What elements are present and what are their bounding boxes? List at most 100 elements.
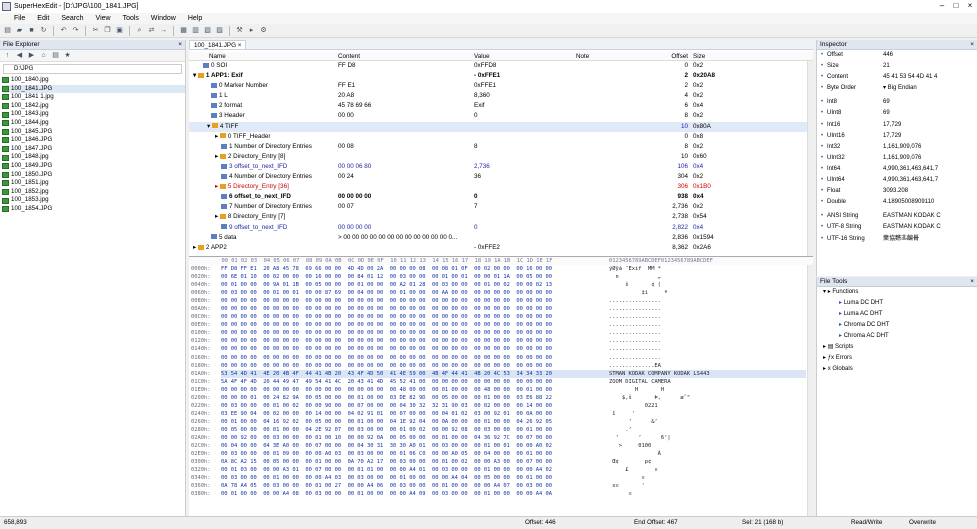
replace-icon[interactable]: ⇄	[147, 26, 156, 35]
hex-row[interactable]: 01A0h: 53 54 4D 41 4E 20 4B 4F 44 41 4B 2…	[189, 369, 813, 378]
inspector-row[interactable]: • Int16 17,729	[817, 120, 977, 131]
inspector-row[interactable]: • Float 3093.208	[817, 186, 977, 197]
table-row[interactable]: 0 SOI FF D8 0xFFD8 0 0x2	[189, 61, 813, 71]
inspector-row[interactable]: • ANSI String EASTMAN KODAK C	[817, 211, 977, 222]
inspector-row[interactable]: • Int8 69	[817, 97, 977, 108]
table-row[interactable]: 0 Marker Number FF E1 0xFFE1 2 0x2	[189, 81, 813, 91]
hex-row[interactable]: 0100h: 00 00 00 00 00 00 00 00 00 00 00 0…	[189, 329, 813, 337]
close-icon[interactable]: ×	[178, 40, 182, 50]
byte-order-select[interactable]: • Byte Order ▾ Big Endian	[817, 83, 977, 94]
hex-row[interactable]: 0300h: 0A 8C A2 15 00 05 00 00 00 01 00 0…	[189, 458, 813, 466]
tree-item[interactable]: ▸ Luma DC DHT	[817, 298, 977, 309]
list-item[interactable]: 100_1845.JPG	[2, 128, 185, 137]
find-icon[interactable]: ⌕	[135, 26, 144, 35]
list-item[interactable]: 100_1844.jpg	[2, 119, 185, 128]
hex-row[interactable]: 00A0h: 00 00 00 00 00 00 00 00 00 00 00 0…	[189, 305, 813, 313]
table-row[interactable]: 4 Number of Directory Entries 00 24 36 304 0…	[189, 172, 813, 182]
menu-window[interactable]: Window	[151, 15, 176, 22]
hex-row[interactable]: 01C0h: 5A 4F 4F 4D 20 44 49 47 49 54 41 4…	[189, 378, 813, 386]
hex-row[interactable]: 01E0h: 00 00 00 00 00 00 00 00 00 00 00 0…	[189, 386, 813, 394]
column-name[interactable]: Name	[189, 52, 338, 60]
close-button[interactable]: ×	[963, 0, 977, 12]
list-item[interactable]: 100_1841 1.jpg	[2, 93, 185, 102]
view-struct-icon[interactable]: ▨	[215, 26, 224, 35]
hex-row[interactable]: 0220h: 00 03 00 00 00 01 00 02 00 00 90 0…	[189, 402, 813, 410]
table-row[interactable]: 2 format 45 78 69 66 Exif 6 0x4	[189, 101, 813, 111]
tree-item[interactable]: ▸ Chroma DC DHT	[817, 320, 977, 331]
redo-icon[interactable]: ↷	[71, 26, 80, 35]
refresh-icon[interactable]: ↻	[39, 26, 48, 35]
settings-icon[interactable]: ⚙	[259, 26, 268, 35]
hex-row[interactable]: 00C0h: 00 00 00 00 00 00 00 00 00 00 00 0…	[189, 313, 813, 321]
table-row[interactable]: ▸ 5 Directory_Entry [36] 306 0x1B0	[189, 182, 813, 192]
inspector-row[interactable]: • Int32 1,161,909,076	[817, 142, 977, 153]
hex-row[interactable]: 0020h: 00 6E 01 10 00 02 00 00 00 16 00 0…	[189, 273, 813, 281]
list-item[interactable]: 100_1850.JPG	[2, 171, 185, 180]
column-note[interactable]: Note	[576, 52, 640, 60]
inspector-row[interactable]: • Size 21	[817, 61, 977, 72]
table-row[interactable]: 3 Header 00 00 0 8 0x2	[189, 111, 813, 121]
open-folder-icon[interactable]: ▰	[15, 26, 24, 35]
menu-view[interactable]: View	[96, 15, 111, 22]
save-icon[interactable]: ■	[27, 26, 36, 35]
table-row[interactable]: 3 offset_to_next_IFD 00 00 06 80 2,736 106 0…	[189, 162, 813, 172]
table-row[interactable]: 1 L 20 A8 8,360 4 0x2	[189, 91, 813, 101]
hex-row[interactable]: 0360h: 0A 78 A4 05 00 03 00 00 00 01 00 2…	[189, 482, 813, 490]
menu-file[interactable]: File	[14, 15, 25, 22]
structure-scrollbar[interactable]	[807, 61, 813, 256]
copy-icon[interactable]: ❐	[103, 26, 112, 35]
inspector-row[interactable]: • Offset 446	[817, 50, 977, 61]
close-icon[interactable]: ×	[238, 42, 242, 49]
paste-icon[interactable]: ▣	[115, 26, 124, 35]
list-item[interactable]: 100_1854.JPG	[2, 205, 185, 214]
hex-row[interactable]: 02E0h: 00 03 00 00 00 01 09 00 00 00 A0 0…	[189, 450, 813, 458]
table-row[interactable]: ▸ 8 Directory_Entry [7] 2,738 0x54	[189, 212, 813, 222]
tree-item-scripts[interactable]: ▸ ▤ Scripts	[817, 342, 977, 353]
undo-icon[interactable]: ↶	[59, 26, 68, 35]
list-item[interactable]: 100_1848.jpg	[2, 153, 185, 162]
script-icon[interactable]: ▸	[247, 26, 256, 35]
column-value[interactable]: Value	[474, 52, 576, 60]
inspector-row[interactable]: • UInt8 69	[817, 108, 977, 119]
table-row[interactable]: ▾ 1 APP1: Exif - 0xFFE1 2 0x20A8	[189, 71, 813, 81]
table-row[interactable]: 1 Number of Directory Entries 00 08 8 8 0x2	[189, 142, 813, 152]
list-item[interactable]: 100_1843.jpg	[2, 110, 185, 119]
hex-row[interactable]: 0200h: 00 00 00 01 00 24 82 9A 00 05 00 0…	[189, 394, 813, 402]
inspector-row[interactable]: • Int64 4,990,361,463,641,7	[817, 164, 977, 175]
hex-row[interactable]: 0380h: 00 01 00 00 00 00 A4 08 00 03 00 0…	[189, 490, 813, 498]
hex-row[interactable]: 0040h: 00 01 00 00 00 9A 01 1B 00 05 00 0…	[189, 281, 813, 289]
table-row[interactable]: 9 offset_to_next_IFD 00 00 00 00 0 2,822 0x4	[189, 223, 813, 233]
home-icon[interactable]: ⌂	[39, 51, 48, 60]
inspector-row[interactable]: • UInt64 4,990,361,463,641,7	[817, 175, 977, 186]
hex-row[interactable]: 0140h: 00 00 00 00 00 00 00 00 00 00 00 0…	[189, 345, 813, 353]
new-file-icon[interactable]: ▤	[3, 26, 12, 35]
hex-scrollbar[interactable]	[807, 265, 813, 516]
table-row[interactable]: ▾ 4 TIFF 10 0x80A	[189, 121, 813, 132]
tree-item-globals[interactable]: ▸ x Globals	[817, 364, 977, 375]
path-field[interactable]: D:\JPG	[3, 64, 182, 74]
tab-file[interactable]: 100_1841.JPG ×	[189, 40, 247, 49]
hex-row[interactable]: 0060h: 00 03 00 00 00 01 00 01 00 00 87 6…	[189, 289, 813, 297]
column-offset[interactable]: Offset	[640, 52, 691, 60]
inspector-row[interactable]: • Double 4.18905008909110	[817, 197, 977, 208]
minimize-button[interactable]: –	[935, 0, 949, 12]
tree-item-errors[interactable]: ▸ ƒx Errors	[817, 353, 977, 364]
inspector-row[interactable]: • UInt32 1,161,909,076	[817, 153, 977, 164]
hex-row[interactable]: 0240h: 03 EE 90 04 00 02 00 00 00 14 00 0…	[189, 410, 813, 418]
list-item[interactable]: 100_1840.jpg	[2, 76, 185, 85]
list-item[interactable]: 100_1851.jpg	[2, 179, 185, 188]
cut-icon[interactable]: ✂	[91, 26, 100, 35]
hex-row[interactable]: 02A0h: 00 00 92 09 00 03 00 00 00 01 00 1…	[189, 434, 813, 442]
back-icon[interactable]: ◀	[15, 51, 24, 60]
hex-row[interactable]: 0000h: FF D8 FF E1 20 A8 45 78 69 66 00 0…	[189, 265, 813, 273]
list-item[interactable]: 100_1842.jpg	[2, 102, 185, 111]
inspector-row[interactable]: • Content 45 41 53 54 4D 41 4	[817, 72, 977, 83]
favorites-icon[interactable]: ★	[63, 51, 72, 60]
column-content[interactable]: Content	[338, 52, 474, 60]
up-folder-icon[interactable]: ↑	[3, 51, 12, 60]
menu-help[interactable]: Help	[188, 15, 202, 22]
menu-search[interactable]: Search	[61, 15, 83, 22]
menu-edit[interactable]: Edit	[37, 15, 49, 22]
hex-row[interactable]: 0280h: 00 05 00 00 00 01 00 00 04 2E 92 0…	[189, 426, 813, 434]
table-row[interactable]: ▸ 2 Directory_Entry [8] 10 0x60	[189, 152, 813, 162]
